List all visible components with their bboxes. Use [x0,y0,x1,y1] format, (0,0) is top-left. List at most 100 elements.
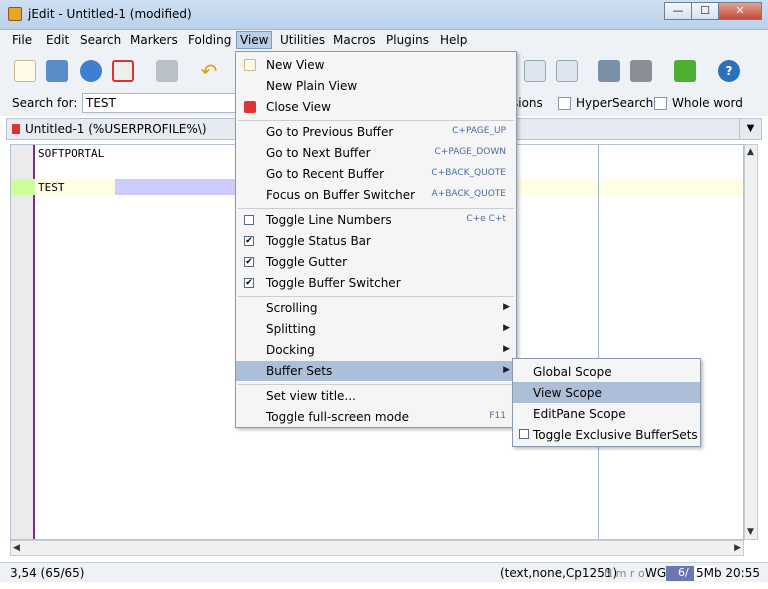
menu-toggle-buffer-switcher[interactable]: ✔ Toggle Buffer Switcher [236,273,516,293]
close-button[interactable]: ✕ [718,2,762,20]
buffer-mode[interactable]: (text,none,Cp1251) [500,566,617,580]
submenu-arrow-icon: ▶ [503,365,510,375]
menu-global-scope[interactable]: Global Scope [513,361,700,382]
menu-utilities[interactable]: Utilities [280,33,325,47]
menu-buffer-sets[interactable]: Buffer Sets ▶ [236,361,516,381]
menu-splitting[interactable]: Splitting ▶ [236,319,516,339]
menu-toggle-fullscreen[interactable]: Toggle full-screen mode F11 [236,407,516,427]
status-bar: 3,54 (65/65) (text,none,Cp1251) N m r o … [0,562,768,582]
focus-switcher-shortcut: A+BACK_QUOTE [431,189,507,199]
menu-prev-buffer[interactable]: Go to Previous Buffer C+PAGE_UP [236,122,516,142]
menu-set-view-title-label: Set view title... [266,389,356,403]
menu-toggle-line-numbers[interactable]: Toggle Line Numbers C+e C+t [236,210,516,230]
menu-splitting-label: Splitting [266,322,316,336]
print-icon[interactable] [156,60,178,82]
menu-toggle-line-numbers-label: Toggle Line Numbers [266,213,392,227]
scroll-up-icon[interactable]: ▲ [747,147,754,157]
menu-macros[interactable]: Macros [333,33,376,47]
menu-markers[interactable]: Markers [130,33,178,47]
menu-toggle-gutter[interactable]: ✔ Toggle Gutter [236,252,516,272]
caret-position[interactable]: 3,54 (65/65) [10,566,84,580]
menu-docking[interactable]: Docking ▶ [236,340,516,360]
menu-view-scope-label: View Scope [533,386,602,400]
submenu-arrow-icon: ▶ [503,302,510,312]
menu-focus-switcher[interactable]: Focus on Buffer Switcher A+BACK_QUOTE [236,185,516,205]
line-numbers-shortcut: C+e C+t [466,214,506,224]
menu-plugins[interactable]: Plugins [386,33,429,47]
help-icon[interactable]: ? [718,60,740,82]
open-file-icon[interactable] [46,60,68,82]
selection-highlight [115,179,235,195]
fullscreen-shortcut: F11 [489,411,506,421]
chevron-down-icon[interactable]: ▼ [739,119,761,139]
new-view-icon [244,59,256,71]
menu-editpane-scope-label: EditPane Scope [533,407,626,421]
menu-set-view-title[interactable]: Set view title... [236,386,516,406]
plugin-manager-icon[interactable] [674,60,696,82]
menu-search[interactable]: Search [80,33,121,47]
separator [238,384,514,385]
menu-file[interactable]: File [12,33,32,47]
reload-icon[interactable] [80,60,102,82]
menu-editpane-scope[interactable]: EditPane Scope [513,403,700,424]
status-flags: N m r o [604,567,645,580]
menu-buffer-sets-label: Buffer Sets [266,364,333,378]
menu-recent-buffer[interactable]: Go to Recent Buffer C+BACK_QUOTE [236,164,516,184]
menu-view[interactable]: View [236,31,273,49]
menu-toggle-status-bar-label: Toggle Status Bar [266,234,371,248]
search-label: Search for: [12,96,78,110]
menu-scrolling[interactable]: Scrolling ▶ [236,298,516,318]
tools-icon[interactable] [630,60,652,82]
next-buffer-shortcut: C+PAGE_DOWN [434,147,506,157]
wg-label: WG [645,566,667,580]
split-vertical-icon[interactable] [556,60,578,82]
gutter[interactable] [11,145,35,539]
menu-global-scope-label: Global Scope [533,365,612,379]
buffer-name: Untitled-1 (%USERPROFILE%\) [25,122,207,136]
title-bar: jEdit - Untitled-1 (modified) — ☐ ✕ [0,0,768,30]
hypersearch-checkbox[interactable]: HyperSearch [558,96,653,110]
whole-word-checkbox[interactable]: Whole word [654,96,743,110]
split-horizontal-icon[interactable] [524,60,546,82]
window-title: jEdit - Untitled-1 (modified) [28,7,192,21]
gutter-current-line [11,179,35,195]
menu-close-view-label: Close View [266,100,331,114]
menu-folding[interactable]: Folding [188,33,231,47]
new-file-icon[interactable] [14,60,36,82]
exclusive-checkbox [519,429,529,439]
scroll-down-icon[interactable]: ▼ [747,527,754,537]
options-icon[interactable] [598,60,620,82]
menu-new-plain-view[interactable]: New Plain View [236,76,516,96]
menu-toggle-gutter-label: Toggle Gutter [266,255,348,269]
search-input[interactable] [82,93,242,113]
memory-total: 5Mb [696,566,722,580]
separator [238,296,514,297]
menu-view-scope[interactable]: View Scope [513,382,700,403]
scroll-right-icon[interactable]: ▶ [734,543,741,553]
minimize-button[interactable]: — [664,2,692,20]
maximize-button[interactable]: ☐ [691,2,719,20]
menu-edit[interactable]: Edit [46,33,69,47]
line-numbers-checkbox [244,215,254,225]
menu-close-view[interactable]: Close View [236,97,516,117]
scroll-left-icon[interactable]: ◀ [13,543,20,553]
menu-toggle-exclusive[interactable]: Toggle Exclusive BufferSets [513,424,700,445]
menu-next-buffer[interactable]: Go to Next Buffer C+PAGE_DOWN [236,143,516,163]
memory-used: 6/ [678,566,689,579]
menu-toggle-status-bar[interactable]: ✔ Toggle Status Bar [236,231,516,251]
menu-toggle-exclusive-label: Toggle Exclusive BufferSets [533,428,698,442]
menu-new-view[interactable]: New View [236,55,516,75]
hypersearch-checkbox-box[interactable] [558,96,571,110]
separator [238,120,514,121]
whole-word-checkbox-box[interactable] [654,96,667,110]
separator [238,208,514,209]
view-menu-dropdown: New View New Plain View Close View Go to… [235,51,517,428]
vertical-scrollbar[interactable]: ▲ ▼ [744,144,758,540]
menu-help[interactable]: Help [440,33,467,47]
close-buffer-icon[interactable] [112,60,134,82]
submenu-arrow-icon: ▶ [503,323,510,333]
undo-icon[interactable]: ↶ [198,60,220,82]
buffer-sets-submenu: Global Scope View Scope EditPane Scope T… [512,358,701,447]
menu-focus-switcher-label: Focus on Buffer Switcher [266,188,416,202]
horizontal-scrollbar[interactable]: ◀ ▶ [10,540,744,556]
